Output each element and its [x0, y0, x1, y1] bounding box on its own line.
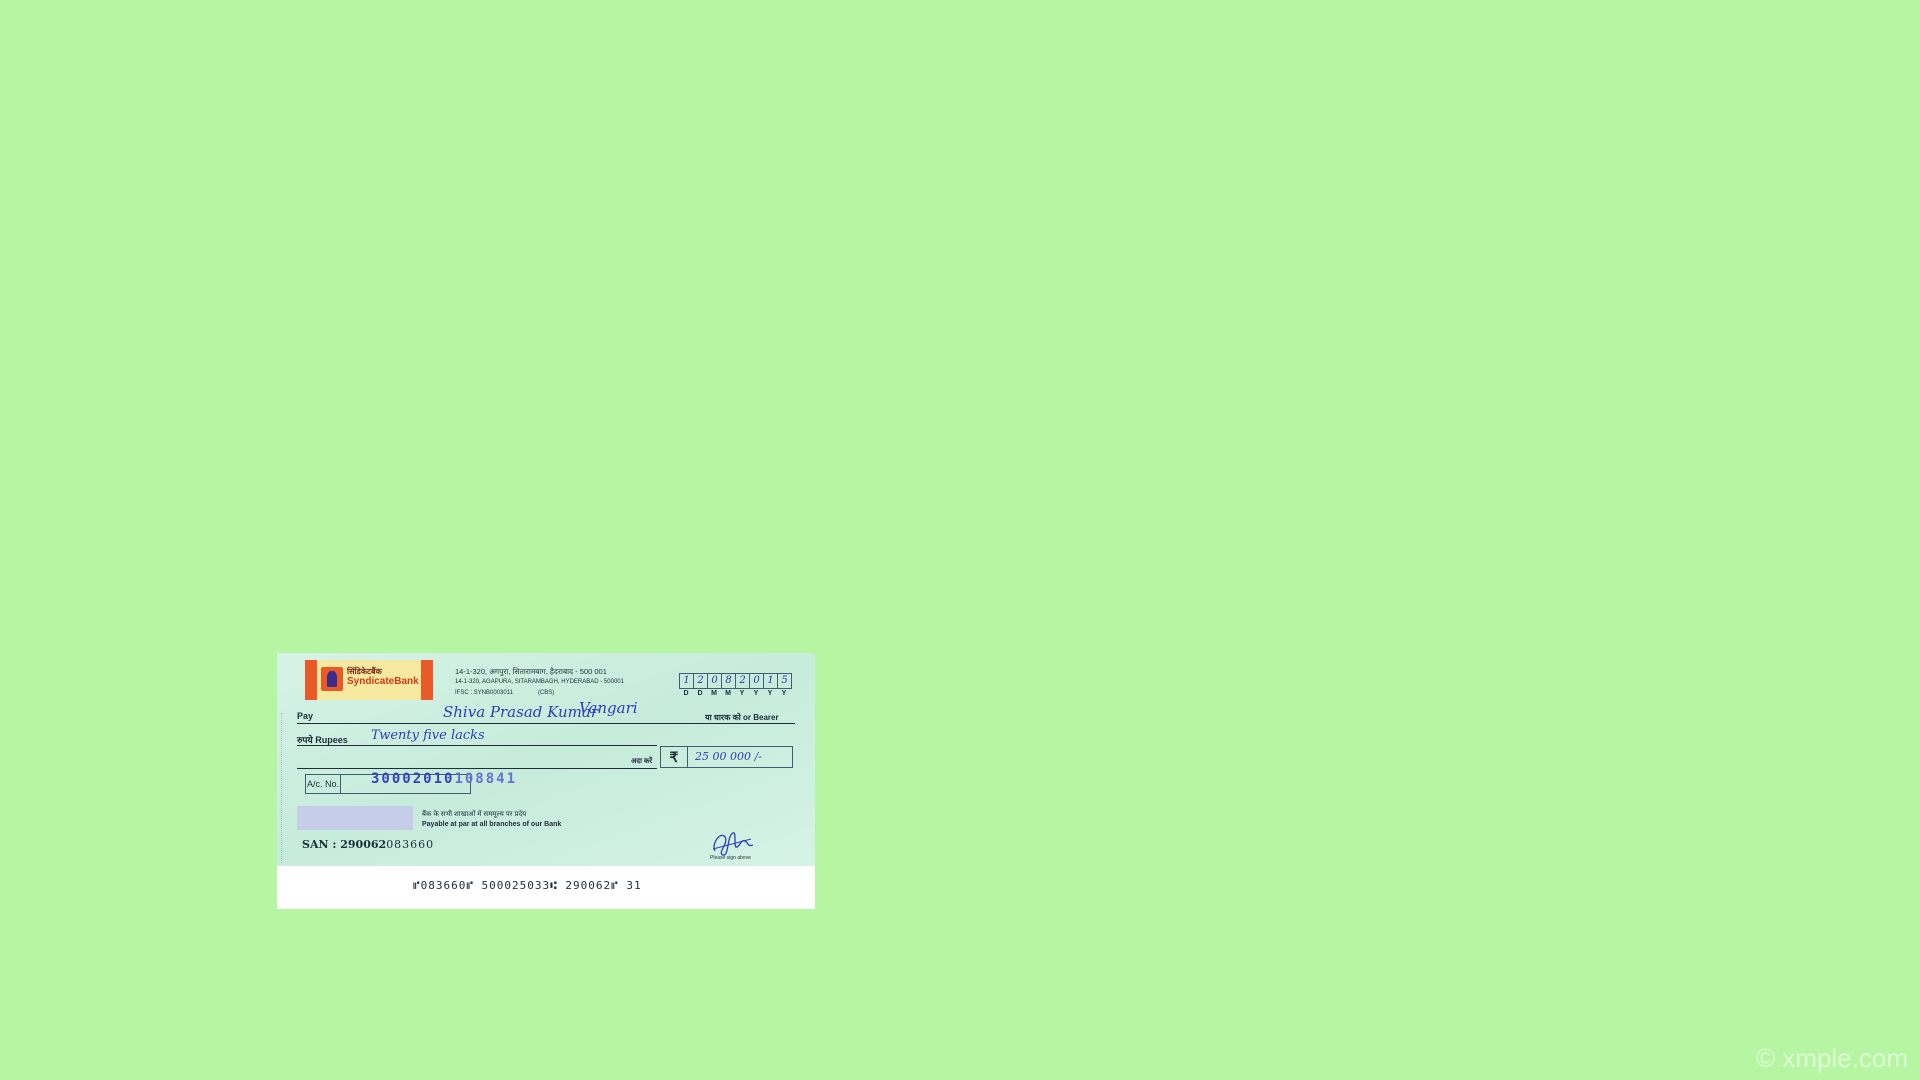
payable-note: Payable at par at all branches of our Ba… — [422, 821, 562, 828]
account-number: 30002010108841 — [371, 771, 517, 787]
date-format-labels: D D M M Y Y Y Y — [679, 690, 791, 697]
payable-note-hindi: बैंक के सभी शाखाओं में सममूल्य पर प्रदेय — [422, 811, 527, 818]
payee-name: Shiva Prasad Kumar — [443, 703, 599, 721]
date-digit: 8 — [721, 673, 736, 689]
rupee-symbol: ₹ — [661, 747, 688, 767]
date-digit: 1 — [679, 673, 694, 689]
amount-words-line — [297, 745, 657, 746]
date-label: D — [683, 690, 689, 697]
account-number-stamped: 108841 — [454, 771, 518, 787]
payee-surname: Vangari — [579, 699, 638, 717]
date-digit: 0 — [749, 673, 764, 689]
date-label: Y — [753, 690, 759, 697]
micr-code: ⑈083660⑈ 500025033⑆ 290062⑈ 31 — [413, 879, 642, 892]
amount-in-figures: 25 00 000 /- — [695, 750, 762, 763]
ifsc-code: IFSC : SYNB0003011 (CBS) — [455, 690, 554, 696]
date-digit: 0 — [707, 673, 722, 689]
bearer-label: या धारक को or Bearer — [705, 713, 779, 722]
date-label: M — [711, 690, 717, 697]
date-field: 1 2 0 8 2 0 1 5 — [679, 673, 792, 689]
date-label: M — [725, 690, 731, 697]
date-label: Y — [767, 690, 773, 697]
side-print-strip — [281, 713, 288, 863]
san-label: SAN : 290062 — [302, 838, 387, 851]
bank-emblem-icon — [321, 667, 343, 691]
sign-label: Please sign above — [710, 855, 751, 861]
amount-figures-box: ₹ 25 00 000 /- — [660, 746, 793, 768]
account-label: A/c. No. — [306, 775, 341, 793]
ifsc-value: IFSC : SYNB0003011 — [455, 690, 513, 696]
bank-name: SyndicateBank — [347, 676, 419, 687]
bank-cheque: सिंडिकेटबैंक SyndicateBank 14-1-320, अगप… — [277, 653, 815, 909]
cbs-tag: (CBS) — [537, 690, 555, 696]
date-label: D — [697, 690, 703, 697]
account-number-printed: 30002010 — [371, 771, 455, 787]
ada-karen-label: अदा करें — [631, 758, 653, 765]
amount-words-line-2 — [297, 768, 657, 769]
date-label: Y — [781, 690, 787, 697]
date-digit: 2 — [693, 673, 708, 689]
date-digit: 5 — [777, 673, 792, 689]
pay-label: Pay — [297, 711, 314, 721]
payee-line — [297, 723, 795, 724]
amount-in-words: Twenty five lacks — [371, 728, 485, 743]
watermark: © xmple.com — [1755, 1043, 1908, 1073]
san-value: 083660 — [386, 838, 435, 851]
bank-logo: सिंडिकेटबैंक SyndicateBank — [305, 660, 433, 700]
date-label: Y — [739, 690, 745, 697]
signature — [712, 832, 754, 856]
date-digit: 2 — [735, 673, 750, 689]
branch-address: 14-1-320, AGAPURA, SITARAMBAGH, HYDERABA… — [455, 679, 624, 685]
san-number: SAN : 290062083660 — [302, 838, 434, 851]
branch-address-hindi: 14-1-320, अगपुरा, सितारामबाग, हैदराबाद -… — [455, 667, 607, 676]
redacted-block — [297, 806, 413, 830]
date-digit: 1 — [763, 673, 778, 689]
